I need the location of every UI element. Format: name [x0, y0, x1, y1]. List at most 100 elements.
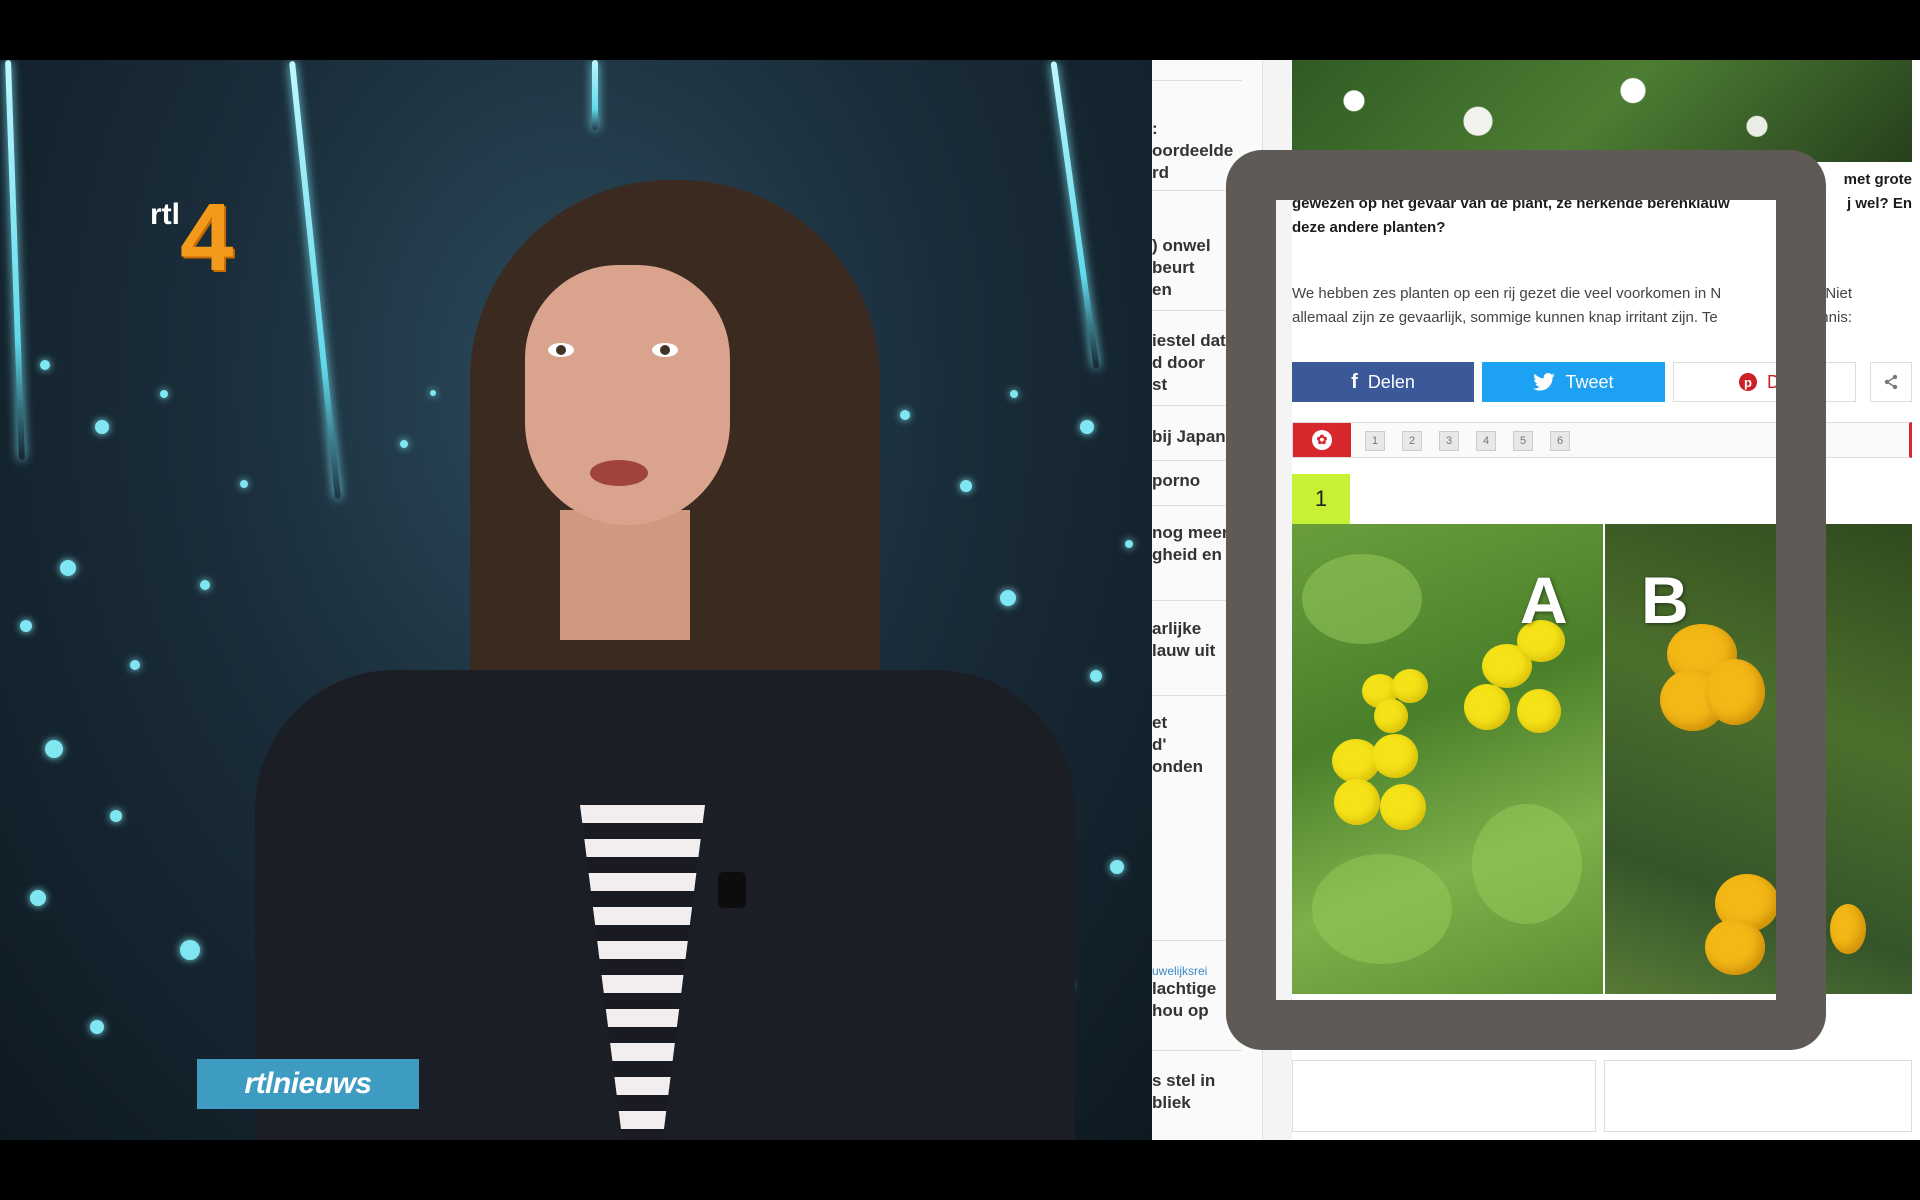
flower-petal [1705, 659, 1765, 725]
light-dot [1090, 670, 1102, 682]
quiz-icon: ✿ [1312, 430, 1332, 450]
answer-b-box[interactable] [1604, 1060, 1912, 1132]
light-dot [240, 480, 248, 488]
quiz-image: A B [1292, 524, 1912, 994]
flower-petal [1380, 784, 1426, 830]
light-beam [1050, 61, 1100, 369]
sidebar-item[interactable]: : oordeelde rd [1152, 118, 1242, 184]
sidebar-divider [1152, 940, 1242, 941]
sidebar-item[interactable]: nog meer gheid en [1152, 522, 1242, 566]
light-dot [1080, 420, 1094, 434]
light-beam [592, 60, 598, 130]
facebook-icon: f [1351, 370, 1358, 393]
light-dot [20, 620, 32, 632]
sidebar-item[interactable]: lachtige hou op [1152, 978, 1242, 1022]
leaf [1302, 554, 1422, 644]
sidebar-item[interactable]: ) onwel beurt en [1152, 235, 1242, 301]
presenter-mouth [590, 460, 648, 486]
flower-petal [1705, 919, 1765, 975]
presenter-eye [652, 343, 678, 357]
sidebar-item[interactable]: iestel dat d door st [1152, 330, 1242, 396]
sidebar-item[interactable]: bij Japan [1152, 426, 1242, 448]
twitter-share-button[interactable]: Tweet [1482, 362, 1665, 402]
flower-petal [1517, 689, 1561, 733]
light-beam [289, 60, 341, 500]
studio-background: rtl 4 rtlnieuws [0, 60, 1152, 1140]
pinterest-icon: p [1738, 373, 1757, 391]
quiz-page-4[interactable]: 4 [1476, 431, 1496, 451]
article-intro-line: brandblaren tot gevolg. Hun moeder vroeg… [1292, 171, 1741, 188]
sidebar-item[interactable]: s stel in bliek [1152, 1070, 1242, 1114]
quiz-pager: ✿ 1 2 3 4 5 6 [1292, 422, 1912, 458]
article-intro-line: deze andere planten? [1292, 219, 1446, 236]
rtl4-logo-icon: rtl 4 [150, 190, 250, 286]
light-dot [130, 660, 140, 670]
option-b-image[interactable]: B [1605, 524, 1912, 994]
sidebar-divider [1152, 1050, 1242, 1051]
flower-petal [1372, 734, 1418, 778]
more-share-button[interactable] [1870, 362, 1912, 402]
light-dot [95, 420, 109, 434]
light-dot [60, 560, 76, 576]
article-paragraph: We hebben zes planten op een rij gezet d… [1292, 282, 1902, 330]
light-dot [160, 390, 168, 398]
flower-petal [1830, 904, 1866, 954]
sidebar-divider [1152, 460, 1242, 461]
option-a-image[interactable]: A [1292, 524, 1603, 994]
light-dot [200, 580, 210, 590]
quiz-icon-button[interactable]: ✿ [1293, 423, 1351, 457]
light-dot [1110, 860, 1124, 874]
sidebar-divider [1152, 80, 1242, 81]
twitter-icon [1533, 373, 1556, 391]
close-icon[interactable]: × [1643, 1004, 1649, 1016]
quiz-question-caption: Voor welke plant moet je oppassen? × [1292, 1004, 1654, 1046]
light-dot [45, 740, 63, 758]
article-paragraph-line: allemaal zijn ze gevaarlijk, sommige kun… [1292, 309, 1718, 326]
light-beam [5, 60, 25, 460]
quiz-page-1[interactable]: 1 [1365, 431, 1385, 451]
quiz-question-text: Voor welke plant moet je oppassen? [1312, 1013, 1634, 1036]
twitter-share-label: Tweet [1565, 371, 1614, 392]
light-dot [110, 810, 122, 822]
flower-petal [1334, 779, 1380, 825]
answer-a-box[interactable] [1292, 1060, 1596, 1132]
website-screen: : oordeelde rd ) onwel beurt en iestel d… [1152, 60, 1920, 1140]
question-number: 1 [1292, 474, 1350, 524]
flower-petal [1374, 699, 1408, 733]
sidebar: : oordeelde rd ) onwel beurt en iestel d… [1152, 60, 1263, 1140]
sidebar-item[interactable]: porno [1152, 470, 1242, 492]
article-intro: brandblaren tot gevolg. Hun moeder vroeg… [1292, 168, 1912, 240]
quiz-page-5[interactable]: 5 [1513, 431, 1533, 451]
sidebar-item[interactable]: et d' onden [1152, 712, 1242, 778]
sidebar-item[interactable]: arlijke lauw uit [1152, 618, 1242, 662]
facebook-share-button[interactable]: f Delen [1292, 362, 1474, 402]
leaf [1472, 804, 1582, 924]
quiz-page-3[interactable]: 3 [1439, 431, 1459, 451]
light-dot [90, 1020, 104, 1034]
sidebar-divider [1152, 695, 1242, 696]
share-icon [1884, 374, 1898, 390]
article-paragraph-line: We hebben zes planten op een rij gezet d… [1292, 285, 1722, 302]
light-dot [900, 410, 910, 420]
quiz-page-2[interactable]: 2 [1402, 431, 1422, 451]
logo-four-text: 4 [180, 184, 234, 291]
article-paragraph-line: nd. Niet [1800, 285, 1852, 302]
pinterest-share-button[interactable]: p De [1673, 362, 1856, 402]
article-paragraph-line: ennis: [1811, 309, 1852, 326]
article-intro-line: gewezen op het gevaar van de plant, ze h… [1292, 195, 1730, 212]
quiz-page-6[interactable]: 6 [1550, 431, 1570, 451]
light-dot [430, 390, 436, 396]
letterbox-bottom [0, 1140, 1920, 1200]
sidebar-divider [1152, 190, 1242, 191]
sidebar-divider [1152, 405, 1242, 406]
facebook-share-label: Delen [1367, 371, 1415, 392]
light-dot [960, 480, 972, 492]
flower-petal [1464, 684, 1510, 730]
lapel-mic [718, 872, 746, 908]
light-dot [180, 940, 200, 960]
article-photo-hogweed [1292, 60, 1912, 162]
leaf [1312, 854, 1452, 964]
presenter-neck [560, 510, 690, 640]
article-intro-line: met grote [1843, 171, 1912, 188]
light-dot [1125, 540, 1133, 548]
